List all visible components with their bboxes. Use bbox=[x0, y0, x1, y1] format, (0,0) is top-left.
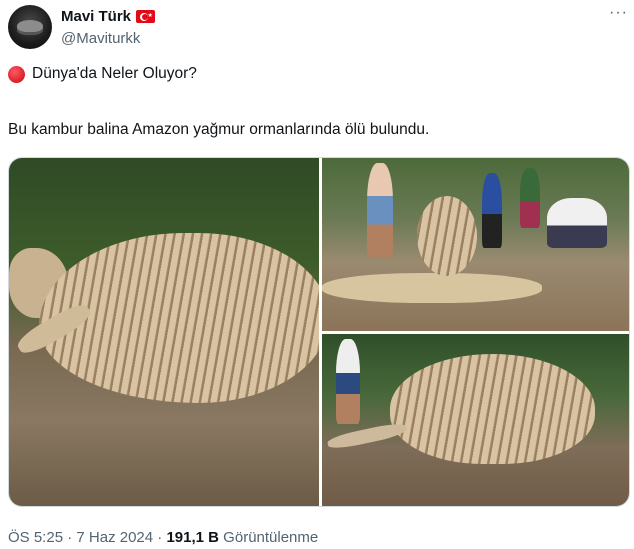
whale-tail-shape bbox=[322, 273, 542, 303]
turkey-flag-icon: ★ bbox=[136, 10, 156, 23]
separator-dot: · bbox=[153, 529, 167, 546]
more-horizontal-icon[interactable]: ··· bbox=[609, 4, 628, 22]
views-count: 191,1 B bbox=[166, 529, 220, 546]
whale-body-shape bbox=[417, 196, 477, 276]
person-shape bbox=[482, 173, 502, 248]
tweet-text-line-2: Bu kambur balina Amazon yağmur ormanları… bbox=[8, 121, 430, 138]
person-shape bbox=[520, 168, 540, 228]
author-name-row: Mavi Türk ★ bbox=[61, 8, 156, 25]
views-label: Görüntülenme bbox=[219, 529, 319, 546]
whale-fin-shape bbox=[326, 420, 408, 452]
photo-2[interactable] bbox=[322, 158, 629, 331]
tweet-metadata: ÖS 5:25 · 7 Haz 2024 · 191,1 B Görüntüle… bbox=[8, 529, 318, 546]
tweet-date[interactable]: 7 Haz 2024 bbox=[76, 529, 153, 546]
media-grid bbox=[8, 157, 630, 507]
separator-dot: · bbox=[63, 529, 77, 546]
photo-1[interactable] bbox=[9, 158, 319, 506]
person-shape bbox=[547, 198, 607, 248]
person-shape bbox=[336, 339, 360, 424]
whale-body-shape bbox=[390, 354, 595, 464]
tweet-time[interactable]: ÖS 5:25 bbox=[8, 529, 63, 546]
author-handle[interactable]: @Maviturkk bbox=[61, 30, 140, 47]
person-shape bbox=[367, 163, 393, 258]
avatar[interactable] bbox=[8, 5, 52, 49]
photo-3[interactable] bbox=[322, 334, 629, 506]
author-display-name[interactable]: Mavi Türk bbox=[61, 8, 131, 25]
tweet-text-line-1: Dünya'da Neler Oluyor? bbox=[8, 65, 197, 83]
red-circle-emoji-icon bbox=[8, 65, 25, 83]
tweet-headline: Dünya'da Neler Oluyor? bbox=[32, 65, 197, 82]
